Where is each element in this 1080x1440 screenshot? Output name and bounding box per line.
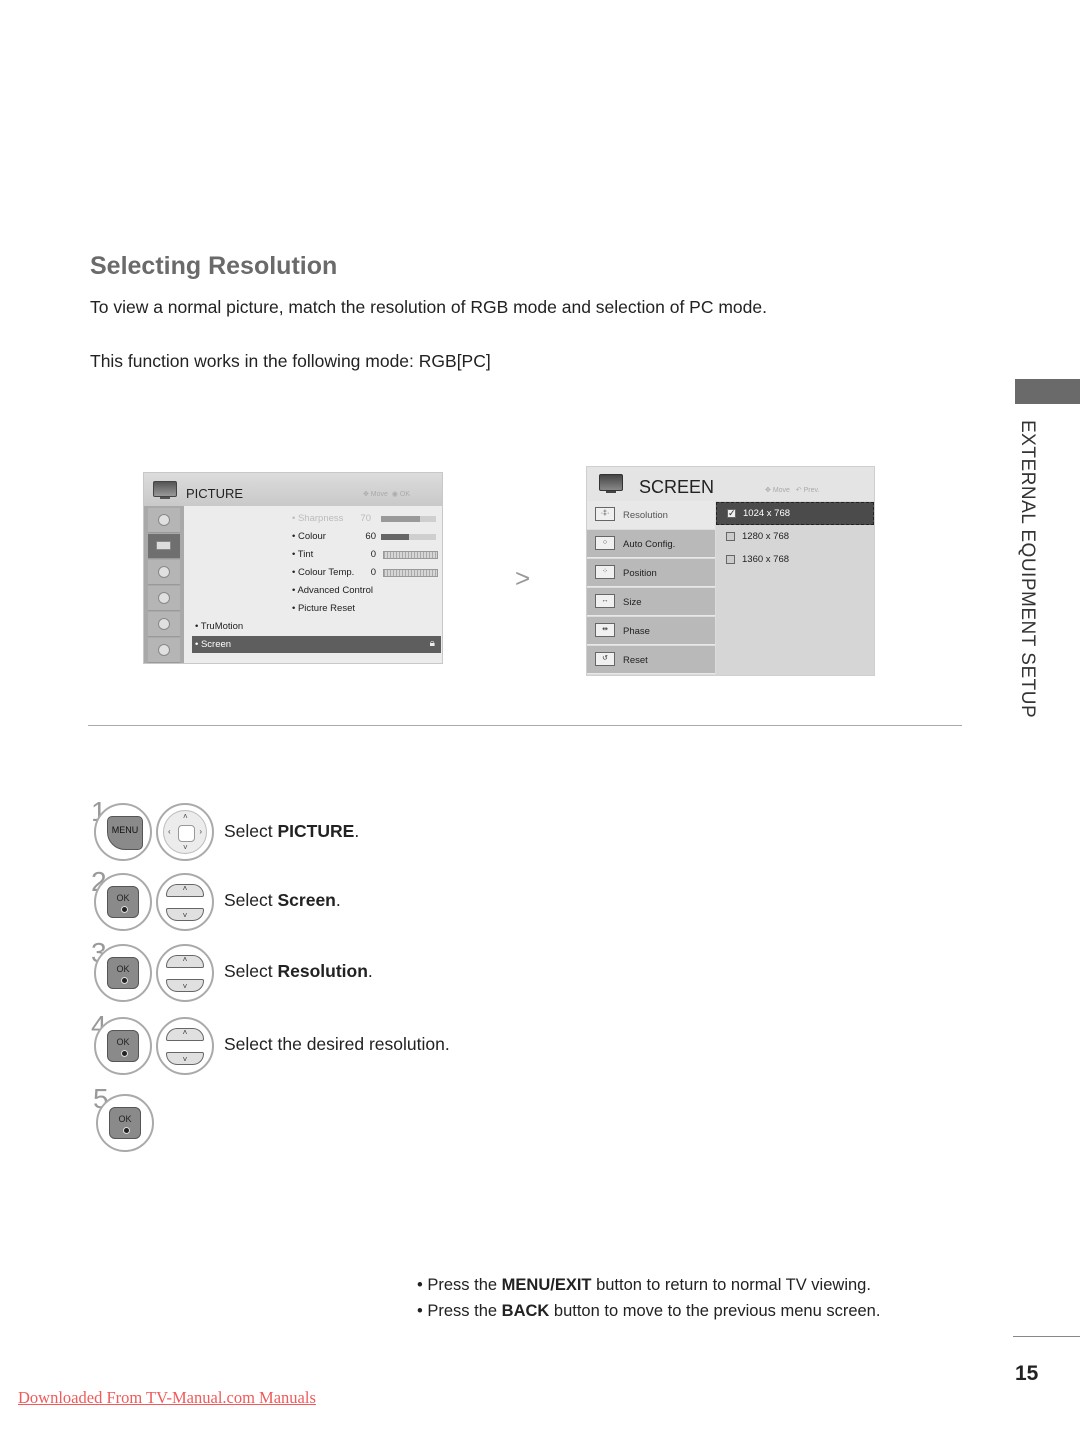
- option-icon[interactable]: [148, 638, 180, 663]
- picture-menu-header: PICTURE ✥ Move ◉ OK: [144, 473, 442, 507]
- position-icon: ⁘: [595, 565, 615, 579]
- picture-icon[interactable]: [148, 534, 180, 559]
- chapter-label: EXTERNAL EQUIPMENT SETUP: [1017, 420, 1038, 719]
- checkbox-checked-icon: ✓: [727, 508, 736, 518]
- next-arrow-icon: >: [515, 563, 531, 593]
- step-3-updown-button: ˄ ˅: [156, 944, 214, 1002]
- phase-icon: ⇹: [595, 623, 615, 637]
- resolution-option[interactable]: 1360 x 768: [716, 549, 874, 572]
- chapter-tab: [1015, 379, 1080, 404]
- picture-menu-body: • Sharpness 70 • Colour 60 • Tint 0 • Co…: [184, 506, 442, 663]
- step-2-updown-button: ˄ ˅: [156, 873, 214, 931]
- picture-menu: PICTURE ✥ Move ◉ OK • Sharpness 70 • Col…: [143, 472, 443, 664]
- dpad-icon: ˄ ˅ ‹ ›: [163, 810, 207, 854]
- mode-note: This function works in the following mod…: [90, 351, 491, 371]
- tint-value: 0: [370, 549, 376, 560]
- step-1-menu-button: MENU: [94, 803, 152, 861]
- picture-mode-icon[interactable]: [148, 508, 180, 533]
- step-4-updown-button: ˄ ˅: [156, 1017, 214, 1075]
- menu-item-sharpness[interactable]: • Sharpness: [292, 513, 343, 524]
- step-2-text: Select Screen.: [224, 890, 341, 910]
- audio-icon[interactable]: [148, 560, 180, 585]
- screen-menu-hint: ✥ Move ↶ Prev.: [765, 487, 820, 494]
- tv-icon: [153, 481, 177, 499]
- up-arrow-icon: ˄: [166, 884, 204, 897]
- notes: • Press the MENU/EXIT button to return t…: [417, 1276, 880, 1328]
- move-icon: ✥: [765, 487, 773, 494]
- time-icon[interactable]: [148, 586, 180, 611]
- step-4-ok-button: OK: [94, 1017, 152, 1075]
- picture-menu-hint: ✥ Move ◉ OK: [362, 491, 410, 498]
- step-4-text: Select the desired resolution.: [224, 1034, 450, 1054]
- move-icon: ✥: [362, 491, 371, 498]
- picture-menu-title: PICTURE: [186, 486, 244, 501]
- ok-button-icon: OK: [107, 957, 139, 989]
- checkbox-icon: [726, 555, 735, 564]
- checkbox-icon: [726, 532, 735, 541]
- step-2-ok-button: OK: [94, 873, 152, 931]
- screen-item-reset[interactable]: ↺ Reset: [587, 646, 715, 674]
- screen-item-phase[interactable]: ⇹ Phase: [587, 617, 715, 645]
- tv-icon: [599, 474, 623, 493]
- footer-download-link[interactable]: Downloaded From TV-Manual.com Manuals: [18, 1388, 316, 1408]
- ok-button-icon: OK: [107, 1030, 139, 1062]
- colour-bar[interactable]: [381, 534, 436, 540]
- ok-button-icon: OK: [109, 1107, 141, 1139]
- sharpness-bar[interactable]: [381, 516, 436, 522]
- screen-item-auto-config[interactable]: ○ Auto Config.: [587, 530, 715, 558]
- page-number-rule: [1013, 1336, 1080, 1337]
- step-3-text: Select Resolution.: [224, 961, 373, 981]
- menu-item-trumotion[interactable]: • TruMotion: [195, 621, 243, 632]
- section-divider: [88, 725, 962, 726]
- ok-icon: ◉: [391, 491, 400, 498]
- menu-item-tint[interactable]: • Tint: [292, 549, 313, 560]
- down-arrow-icon: ˅: [166, 1052, 204, 1065]
- resolution-options: ✓ 1024 x 768 1280 x 768 1360 x 768: [716, 501, 874, 675]
- resolution-option[interactable]: ✓ 1024 x 768: [716, 502, 874, 525]
- screen-menu-header: SCREEN ✥ Move ↶ Prev.: [587, 467, 874, 501]
- screen-item-resolution[interactable]: ·‡· Resolution: [587, 501, 715, 529]
- back-icon: ↶: [795, 487, 804, 494]
- screen-item-position[interactable]: ⁘ Position: [587, 559, 715, 587]
- step-3-ok-button: OK: [94, 944, 152, 1002]
- menu-item-colour[interactable]: • Colour: [292, 531, 326, 542]
- up-arrow-icon: ˄: [166, 955, 204, 968]
- menu-item-advanced-control[interactable]: • Advanced Control: [292, 585, 373, 596]
- reset-icon: ↺: [595, 652, 615, 666]
- step-1-nav-button: ˄ ˅ ‹ ›: [156, 803, 214, 861]
- step-5-ok-button: OK: [96, 1094, 154, 1152]
- menu-item-picture-reset[interactable]: • Picture Reset: [292, 603, 355, 614]
- colour-value: 60: [365, 531, 376, 542]
- auto-config-icon: ○: [595, 536, 615, 550]
- step-1-text: Select PICTURE.: [224, 821, 360, 841]
- screen-menu: SCREEN ✥ Move ↶ Prev. ·‡· Resolution ○ A…: [586, 466, 875, 676]
- ok-button-icon: OK: [107, 886, 139, 918]
- menu-item-colour-temp[interactable]: • Colour Temp.: [292, 567, 354, 578]
- down-arrow-icon: ˅: [166, 908, 204, 921]
- resolution-icon: ·‡·: [595, 507, 615, 521]
- up-arrow-icon: ˄: [166, 1028, 204, 1041]
- section-title: Selecting Resolution: [90, 252, 338, 280]
- screen-item-size[interactable]: ↔ Size: [587, 588, 715, 616]
- menu-item-screen[interactable]: • Screen 🔒︎: [192, 636, 441, 653]
- lock-icon: 🔒︎: [429, 638, 435, 649]
- intro-text: To view a normal picture, match the reso…: [90, 297, 767, 317]
- picture-menu-sidebar: [144, 506, 184, 663]
- screen-menu-title: SCREEN: [639, 477, 715, 497]
- down-arrow-icon: ˅: [166, 979, 204, 992]
- sharpness-value: 70: [360, 513, 371, 524]
- tint-scale[interactable]: [383, 551, 438, 559]
- note-menu-exit: • Press the MENU/EXIT button to return t…: [417, 1276, 871, 1294]
- size-icon: ↔: [595, 594, 615, 608]
- colour-temp-value: 0: [370, 567, 376, 578]
- note-back: • Press the BACK button to move to the p…: [417, 1302, 881, 1320]
- menu-button-icon: MENU: [107, 816, 143, 850]
- resolution-option[interactable]: 1280 x 768: [716, 526, 874, 549]
- colour-temp-scale[interactable]: [383, 569, 438, 577]
- page-number: 15: [1015, 1362, 1039, 1385]
- lock-icon[interactable]: [148, 612, 180, 637]
- screen-menu-list: ·‡· Resolution ○ Auto Config. ⁘ Position…: [587, 501, 715, 675]
